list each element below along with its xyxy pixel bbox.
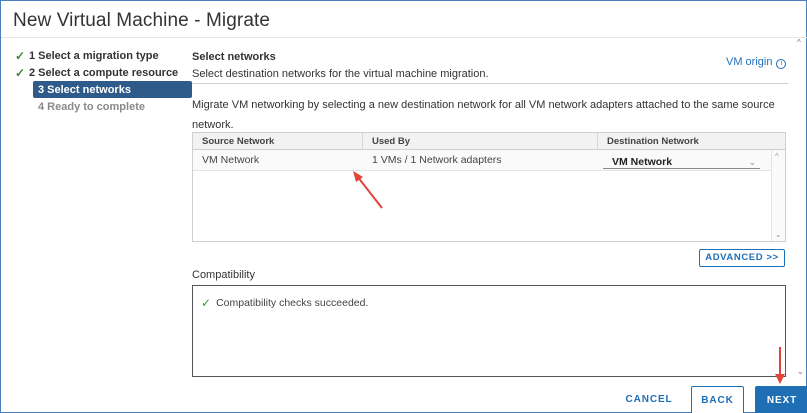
header-divider [192, 83, 788, 84]
network-description: Migrate VM networking by selecting a new… [192, 99, 775, 131]
step-select-compute-resource[interactable]: ✓ 2 Select a compute resource [15, 64, 181, 81]
column-header-destination-network[interactable]: Destination Network [598, 133, 771, 149]
check-icon: ✓ [201, 296, 212, 310]
destination-network-select[interactable]: VM Network ⌄ [603, 152, 760, 169]
content-header: Select networks Select destination netwo… [192, 51, 788, 80]
dialog-scrollbar[interactable]: ^ ⌄ [795, 38, 807, 376]
scroll-down-icon[interactable]: ⌄ [775, 230, 782, 239]
step-ready-to-complete: 4 Ready to complete [15, 98, 181, 115]
network-mapping-table: Source Network Used By Destination Netwo… [192, 132, 786, 242]
cell-source-network: VM Network [202, 154, 260, 166]
migrate-wizard-dialog: New Virtual Machine - Migrate ✓ 1 Select… [0, 0, 807, 413]
step-label: 4 Ready to complete [38, 100, 145, 113]
dialog-title: New Virtual Machine - Migrate [13, 10, 271, 31]
scroll-down-icon[interactable]: ⌄ [797, 367, 804, 376]
wizard-steps: ✓ 1 Select a migration type ✓ 2 Select a… [15, 47, 192, 115]
table-header: Source Network Used By Destination Netwo… [193, 133, 785, 150]
page-subtitle: Select destination networks for the virt… [192, 68, 489, 80]
compatibility-text: Compatibility checks succeeded. [216, 297, 369, 309]
table-row[interactable]: VM Network 1 VMs / 1 Network adapters VM… [193, 150, 785, 171]
step-label: 3 Select networks [38, 83, 131, 96]
compatibility-panel: ✓ Compatibility checks succeeded. [192, 285, 786, 377]
compatibility-label: Compatibility [192, 269, 255, 281]
advanced-button[interactable]: ADVANCED >> [699, 249, 785, 267]
info-icon: i [776, 59, 787, 69]
step-select-networks[interactable]: 3 Select networks [33, 81, 192, 98]
back-button[interactable]: BACK [691, 386, 744, 413]
title-divider [1, 37, 807, 38]
compatibility-message: ✓ Compatibility checks succeeded. [201, 296, 368, 310]
destination-network-value: VM Network [612, 156, 673, 168]
cell-destination-network: VM Network ⌄ [598, 150, 771, 170]
vm-origin-label: VM origin [726, 56, 773, 68]
column-header-used-by[interactable]: Used By [363, 133, 598, 149]
annotation-arrow-icon [353, 171, 383, 209]
chevron-down-icon: ⌄ [748, 157, 756, 167]
page-heading: Select networks [192, 51, 276, 63]
scroll-up-icon[interactable]: ^ [775, 152, 779, 161]
vm-origin-link[interactable]: VM origin i [726, 56, 787, 69]
column-header-source-network[interactable]: Source Network [193, 133, 363, 149]
cancel-button[interactable]: CANCEL [617, 386, 681, 413]
next-button[interactable]: NEXT [755, 386, 807, 413]
check-icon: ✓ [15, 48, 26, 63]
annotation-arrow-icon [775, 347, 785, 384]
step-label: 2 Select a compute resource [29, 66, 179, 79]
step-select-migration-type[interactable]: ✓ 1 Select a migration type [15, 47, 181, 64]
cell-used-by: 1 VMs / 1 Network adapters [372, 154, 502, 166]
step-label: 1 Select a migration type [29, 49, 159, 62]
table-scrollbar[interactable]: ^ ⌄ [771, 150, 785, 241]
check-icon: ✓ [15, 65, 26, 80]
scroll-up-icon[interactable]: ^ [797, 38, 801, 47]
